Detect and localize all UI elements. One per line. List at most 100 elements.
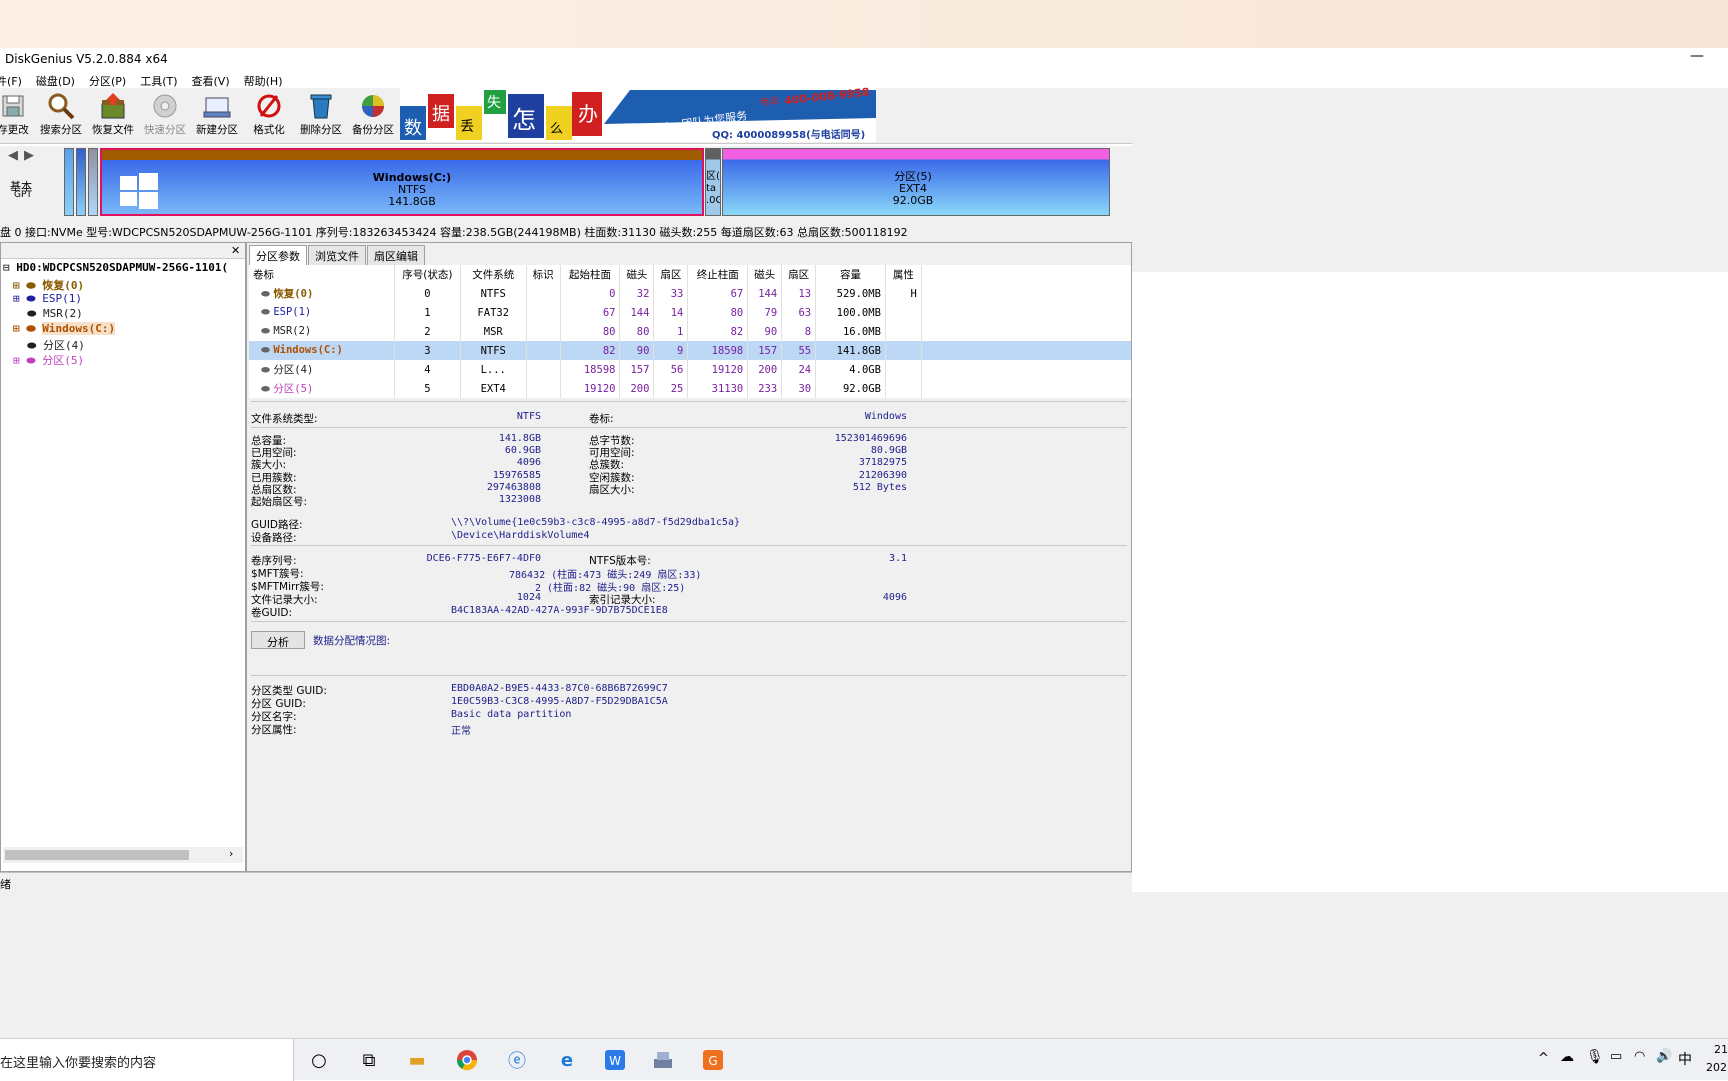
partition-msr-block[interactable] — [88, 148, 98, 216]
tray-chevron-icon[interactable]: ^ — [1538, 1051, 1549, 1066]
guid-path-value: \\?\Volume{1e0c59b3-c3c8-4995-a8d7-f5d29… — [451, 517, 740, 528]
table-cell: H — [885, 284, 922, 303]
banner-qq: QQ: 4000089958(与电话同号) — [712, 130, 866, 141]
table-row[interactable]: ⬬ ESP(1) 1 FAT32 67 144 14 80 79 63 100.0MB — [249, 303, 1131, 322]
table-row[interactable]: ⬬ 恢复(0) 0 NTFS 0 32 33 67 144 13 529.0MB H — [249, 284, 1131, 303]
file-explorer-icon[interactable]: ▬ — [404, 1047, 430, 1073]
table-cell: 233 — [747, 379, 783, 398]
tree-root[interactable]: ⊟ HD0:WDCPCSN520SDAPMUW-256G-1101( — [3, 261, 228, 274]
desktop-area — [0, 892, 1728, 1038]
vol-label-value: Windows — [864, 411, 907, 422]
partition-name-cell: ⬬ 恢复(0) — [249, 284, 395, 303]
horizontal-scrollbar[interactable]: › — [3, 847, 243, 863]
minimize-button[interactable]: — — [1690, 48, 1704, 64]
tree-item[interactable]: ⊞ ⬬ ESP(1) — [13, 292, 82, 306]
menu-view[interactable]: 查看(V) — [192, 70, 230, 90]
table-cell: 24 — [781, 360, 817, 379]
table-cell: 529.0MB — [815, 284, 886, 303]
partition-detail-pane: 分区参数 浏览文件 扇区编辑 卷标 序号(状态) 文件系统 标识 起始柱面 磁头… — [246, 242, 1132, 872]
partition-drive-icon: ⬬ — [261, 383, 274, 395]
delete-partition-button[interactable]: 删除分区 — [296, 92, 346, 137]
advertisement-banner[interactable]: 数 据 丢 失 怎 么 办 DiskGenius团队为您服务 电话: 400-0… — [400, 86, 876, 142]
clock-time[interactable]: 21 — [1714, 1043, 1728, 1056]
menu-tools[interactable]: 工具(T) — [140, 70, 177, 90]
edge-icon[interactable]: e — [554, 1047, 580, 1073]
fs-info-value: 37182975 — [858, 457, 907, 469]
tab-browse-files[interactable]: 浏览文件 — [308, 245, 366, 266]
col-header[interactable]: 扇区 — [781, 265, 817, 284]
fs-info-value: 15976585 — [492, 469, 541, 481]
partition-recovery-block[interactable] — [64, 148, 74, 216]
col-header[interactable]: 序号(状态) — [394, 265, 461, 284]
microphone-icon[interactable]: 🎙 — [1586, 1049, 1604, 1065]
tree-item-selected[interactable]: ⊞ ⬬ Windows(C:) — [13, 322, 116, 336]
col-header[interactable]: 属性 — [885, 265, 922, 284]
save-changes-button[interactable]: 存更改 — [0, 92, 38, 137]
wps-icon[interactable]: W — [602, 1047, 628, 1073]
ime-indicator[interactable]: 中 — [1678, 1049, 1692, 1069]
tab-sector-edit[interactable]: 扇区编辑 — [367, 245, 425, 266]
table-row[interactable]: ⬬ MSR(2) 2 MSR 80 80 1 82 90 8 16.0MB — [249, 322, 1131, 341]
partition-c-size: 141.8GB — [388, 195, 436, 208]
backup-partition-button[interactable]: 备份分区 — [348, 92, 398, 137]
tab-partition-params[interactable]: 分区参数 — [249, 245, 307, 266]
col-header[interactable]: 起始柱面 — [560, 265, 621, 284]
task-view-icon[interactable]: ⧉ — [356, 1047, 382, 1073]
pguid-value: 1E0C59B3-C3C8-4995-A8D7-F5D29DBA1C5A — [451, 696, 668, 707]
table-cell: 141.8GB — [815, 341, 886, 360]
tree-item[interactable]: ⊞ ⬬ 恢复(0) — [13, 277, 84, 293]
col-header[interactable]: 终止柱面 — [687, 265, 749, 284]
menu-file[interactable]: 件(F) — [0, 70, 22, 90]
col-header[interactable]: 磁头 — [747, 265, 783, 284]
blank-area-white — [1132, 272, 1728, 888]
cortana-icon[interactable]: ○ — [306, 1047, 332, 1073]
quick-partition-button[interactable]: 快速分区 — [140, 92, 190, 137]
table-row[interactable]: ⬬ 分区(4) 4 L... 18598 157 56 19120 200 24 4.0GB — [249, 360, 1131, 379]
prev-disk-icon[interactable]: ◀ — [8, 148, 18, 163]
volume-icon[interactable]: 🔊 — [1656, 1049, 1672, 1064]
banner-phone-prefix: 电话: — [759, 95, 782, 109]
disk-scheme: GPT — [14, 190, 32, 200]
window-title: DiskGenius V5.2.0.884 x64 — [5, 52, 168, 66]
wifi-icon[interactable]: ◠ — [1634, 1049, 1645, 1064]
diskgenius-taskbar-icon[interactable] — [650, 1047, 676, 1073]
analyze-button[interactable]: 分析 — [251, 631, 305, 649]
menu-disk[interactable]: 磁盘(D) — [36, 70, 75, 90]
col-header[interactable]: 扇区 — [653, 265, 689, 284]
tree-item[interactable]: ⬬ 分区(4) — [27, 337, 85, 353]
battery-icon[interactable]: ▭ — [1610, 1049, 1622, 1064]
col-header[interactable]: 卷标 — [249, 265, 395, 284]
table-row[interactable]: ⬬ Windows(C:) 3 NTFS 82 90 9 18598 157 55 141.8GB — [249, 341, 1131, 360]
tree-item[interactable]: ⊞ ⬬ 分区(5) — [13, 352, 84, 368]
table-row[interactable]: ⬬ 分区(5) 5 EXT4 19120 200 25 31130 233 30 92.0GB — [249, 379, 1131, 398]
onedrive-icon[interactable]: ☁ — [1560, 1049, 1574, 1065]
partition-5-block[interactable]: 分区(5) EXT4 92.0GB — [722, 148, 1110, 216]
menu-partition[interactable]: 分区(P) — [89, 70, 126, 90]
chrome-icon[interactable] — [454, 1047, 480, 1073]
app-g-icon[interactable]: G — [700, 1047, 726, 1073]
next-disk-icon[interactable]: ▶ — [24, 148, 34, 163]
table-cell: 1 — [653, 322, 689, 341]
col-header[interactable]: 标识 — [526, 265, 561, 284]
col-header[interactable]: 磁头 — [619, 265, 655, 284]
format-button[interactable]: 格式化 — [244, 92, 294, 137]
menu-help[interactable]: 帮助(H) — [244, 70, 283, 90]
partition-esp-block[interactable] — [76, 148, 86, 216]
col-header[interactable]: 文件系统 — [460, 265, 527, 284]
scroll-right-icon[interactable]: › — [229, 847, 233, 860]
close-pane-icon[interactable]: ✕ — [231, 244, 240, 257]
fs-info-value: 141.8GB — [498, 433, 541, 444]
taskbar-search-box[interactable]: 在这里输入你要搜索的内容 — [0, 1039, 294, 1081]
partition-4-block[interactable]: 区( ta .0G — [705, 148, 721, 216]
new-partition-button[interactable]: 新建分区 — [192, 92, 242, 137]
search-partition-button[interactable]: 搜索分区 — [36, 92, 86, 137]
delete-icon — [306, 92, 336, 120]
tree-item[interactable]: ⬬ MSR(2) — [27, 307, 83, 321]
restore-files-button[interactable]: 恢复文件 — [88, 92, 138, 137]
clock-date[interactable]: 202 — [1706, 1061, 1727, 1074]
partition-c-block[interactable]: Windows(C:) NTFS 141.8GB — [100, 148, 704, 216]
partition-drive-icon: ⬬ — [261, 306, 274, 318]
taskbar-search-placeholder: 在这里输入你要搜索的内容 — [0, 1056, 157, 1071]
ie-icon[interactable]: ⓔ — [504, 1047, 530, 1073]
col-header[interactable]: 容量 — [815, 265, 886, 284]
